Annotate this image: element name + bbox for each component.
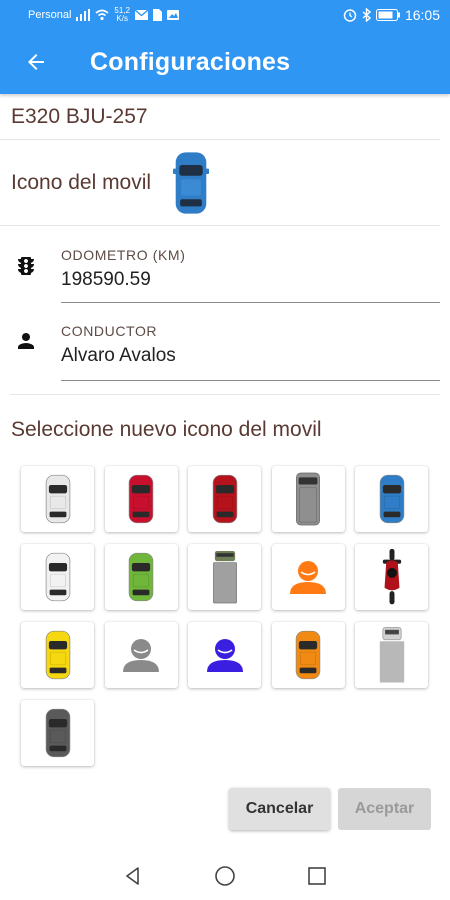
motorcycle-red-icon: [382, 548, 401, 605]
vehicle-plate-row: E320 BJU-257: [0, 94, 440, 140]
icon-option-person-gray[interactable]: [104, 622, 178, 688]
truck-box-gray-icon: [379, 627, 404, 683]
driver-underline: [61, 380, 440, 381]
icon-option-van-gray[interactable]: [271, 466, 345, 532]
system-navigation-bar: [0, 852, 450, 900]
odometer-label: ODOMETRO (KM): [61, 247, 186, 263]
icon-option-person-orange[interactable]: [271, 544, 345, 610]
van-gray-icon: [296, 472, 320, 526]
carrier-label: Personal: [28, 9, 72, 21]
car-blue-icon: [379, 474, 404, 524]
sim-icon: [153, 9, 162, 21]
truck-gray-icon: [212, 551, 237, 604]
car-green-icon: [128, 552, 154, 602]
icon-option-car-green[interactable]: [104, 544, 178, 610]
icon-option-person-blue[interactable]: [188, 622, 261, 688]
driver-field[interactable]: CONDUCTOR Alvaro Avalos: [0, 308, 450, 390]
icon-option-car-white-2[interactable]: [21, 544, 94, 610]
back-button[interactable]: [0, 30, 72, 94]
network-speed: 51,2 K/s: [114, 6, 130, 23]
person-orange-icon: [290, 561, 326, 594]
circle-home-icon: [215, 866, 235, 886]
vehicle-plate: E320 BJU-257: [11, 104, 148, 128]
car-yellow-icon: [45, 630, 70, 680]
driver-value[interactable]: Alvaro Avalos: [61, 345, 176, 367]
car-white-icon: [45, 474, 70, 524]
icon-option-car-red-2[interactable]: [188, 466, 261, 532]
vehicle-icon-label: Icono del movil: [11, 170, 152, 194]
square-recents-icon: [308, 867, 326, 885]
image-notification-icon: [167, 10, 179, 20]
icon-option-car-yellow[interactable]: [21, 622, 94, 688]
triangle-back-icon: [126, 867, 139, 885]
status-bar: Personal 51,2 K/s 16:05: [0, 0, 450, 30]
icon-option-car-white[interactable]: [21, 466, 94, 532]
mail-icon: [135, 10, 148, 20]
arrow-back-icon: [28, 54, 44, 70]
icon-option-car-darkgray[interactable]: [21, 700, 94, 766]
person-icon: [18, 333, 34, 349]
cancel-button[interactable]: Cancelar: [229, 788, 330, 830]
page-title: Configuraciones: [90, 47, 291, 76]
nav-home-button[interactable]: [210, 861, 240, 891]
odometer-underline: [61, 302, 440, 303]
car-red-2-icon: [212, 474, 237, 524]
clock: 16:05: [404, 7, 440, 23]
wifi-icon: [95, 9, 109, 21]
nav-recents-button[interactable]: [302, 861, 332, 891]
accept-button[interactable]: Aceptar: [338, 788, 431, 830]
car-red-icon: [128, 474, 154, 524]
alarm-icon: [343, 9, 357, 22]
vehicle-icon-row: Icono del movil: [0, 140, 440, 226]
car-darkgray-icon: [45, 708, 70, 758]
app-bar: Configuraciones: [0, 30, 450, 94]
icon-option-car-blue[interactable]: [355, 466, 428, 532]
icon-option-truck-box-gray[interactable]: [355, 622, 428, 688]
nav-back-button[interactable]: [118, 861, 148, 891]
current-vehicle-car-icon: [173, 151, 210, 214]
odometer-value[interactable]: 198590.59: [61, 269, 151, 291]
settings-content: E320 BJU-257 Icono del movil ODOMETRO (K…: [0, 94, 450, 390]
person-blue-icon: [206, 639, 243, 672]
icon-option-motorcycle-red[interactable]: [355, 544, 428, 610]
icon-option-car-orange[interactable]: [271, 622, 345, 688]
driver-label: CONDUCTOR: [61, 323, 158, 339]
bluetooth-icon: [362, 8, 371, 22]
section-divider: [10, 394, 440, 395]
person-gray-icon: [123, 639, 159, 672]
icon-option-truck-gray[interactable]: [188, 544, 261, 610]
icon-option-car-red[interactable]: [104, 466, 178, 532]
battery-icon: [375, 9, 400, 21]
car-white-2-icon: [45, 552, 70, 602]
icon-selector-title: Seleccione nuevo icono del movil: [11, 418, 322, 441]
signal-icon: [76, 9, 91, 21]
odometer-field[interactable]: ODOMETRO (KM) 198590.59: [0, 226, 450, 308]
car-orange-icon: [295, 630, 321, 680]
traffic-light-icon: [18, 257, 34, 275]
